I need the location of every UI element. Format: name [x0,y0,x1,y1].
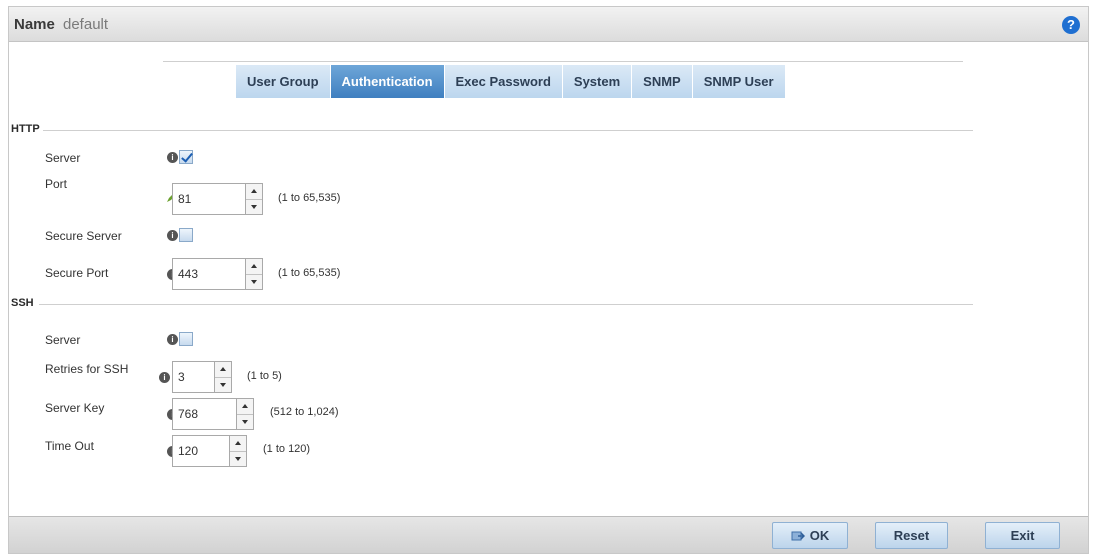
save-icon [791,531,805,540]
server-key-range: (512 to 1,024) [270,406,339,418]
increment-button[interactable] [246,184,262,199]
increment-button[interactable] [246,259,262,274]
arrow-down-icon [251,279,257,284]
name-label: Name [14,16,55,33]
increment-button[interactable] [230,436,246,451]
http-port-stepper[interactable] [172,183,263,215]
http-port-range: (1 to 65,535) [278,192,341,204]
decrement-button[interactable] [230,450,246,467]
http-server-checkbox[interactable] [179,150,193,164]
decrement-button[interactable] [246,198,262,215]
http-section-title: HTTP [11,123,40,135]
secure-port-range: (1 to 65,535) [278,267,341,279]
exit-button-label: Exit [1010,528,1035,543]
profile-dialog: Name default ? User Group Authentication… [8,6,1089,554]
server-key-input[interactable] [172,398,236,430]
name-value: default [63,16,109,33]
arrow-up-icon [220,367,226,372]
arrow-down-icon [251,204,257,209]
reset-button-label: Reset [893,528,930,543]
tab-user-group[interactable]: User Group [236,65,331,98]
arrow-up-icon [242,404,248,409]
tab-snmp-user[interactable]: SNMP User [692,65,786,98]
header-bar: Name default ? [9,7,1088,42]
retries-ssh-range: (1 to 5) [247,370,282,382]
http-port-input[interactable] [172,183,245,215]
info-icon: i [167,230,178,241]
ssh-section-title: SSH [11,297,34,309]
arrow-up-icon [251,264,257,269]
server-key-label: Server Key [45,401,105,415]
retries-ssh-input[interactable] [172,361,214,393]
reset-button[interactable]: Reset [875,522,948,549]
secure-port-input[interactable] [172,258,245,290]
tab-bar: User Group Authentication Exec Password … [236,65,786,98]
time-out-input[interactable] [172,435,229,467]
info-icon: i [167,334,178,345]
info-icon: i [167,152,178,163]
retries-ssh-stepper[interactable] [172,361,232,393]
server-key-stepper[interactable] [172,398,254,430]
arrow-up-icon [251,189,257,194]
tab-authentication[interactable]: Authentication [330,65,445,98]
time-out-range: (1 to 120) [263,443,311,455]
retries-ssh-label: Retries for SSH [45,362,129,376]
ok-button[interactable]: OK [772,522,848,549]
tab-exec-password[interactable]: Exec Password [444,65,563,98]
ssh-server-label: Server [45,333,81,347]
secure-port-label: Secure Port [45,266,109,280]
time-out-stepper[interactable] [172,435,247,467]
increment-button[interactable] [237,399,253,414]
tab-system[interactable]: System [562,65,633,98]
arrow-down-icon [235,456,241,461]
arrow-down-icon [220,382,226,387]
http-port-label: Port [45,177,68,191]
info-icon: i [159,372,170,383]
help-icon[interactable]: ? [1062,16,1080,34]
secure-server-label: Secure Server [45,229,122,243]
arrow-down-icon [242,419,248,424]
secure-port-stepper[interactable] [172,258,263,290]
decrement-button[interactable] [237,413,253,430]
exit-button[interactable]: Exit [985,522,1060,549]
secure-server-checkbox[interactable] [179,228,193,242]
arrow-up-icon [235,441,241,446]
ssh-section-rule [39,304,973,305]
increment-button[interactable] [215,362,231,377]
decrement-button[interactable] [215,376,231,393]
http-server-label: Server [45,151,81,165]
tabs-divider [163,61,963,62]
ssh-server-checkbox[interactable] [179,332,193,346]
footer-bar: OK Reset Exit [9,516,1088,553]
tab-snmp[interactable]: SNMP [632,65,693,98]
http-section-rule [43,130,973,131]
time-out-label: Time Out [45,439,94,453]
ok-button-label: OK [809,528,830,543]
decrement-button[interactable] [246,273,262,290]
